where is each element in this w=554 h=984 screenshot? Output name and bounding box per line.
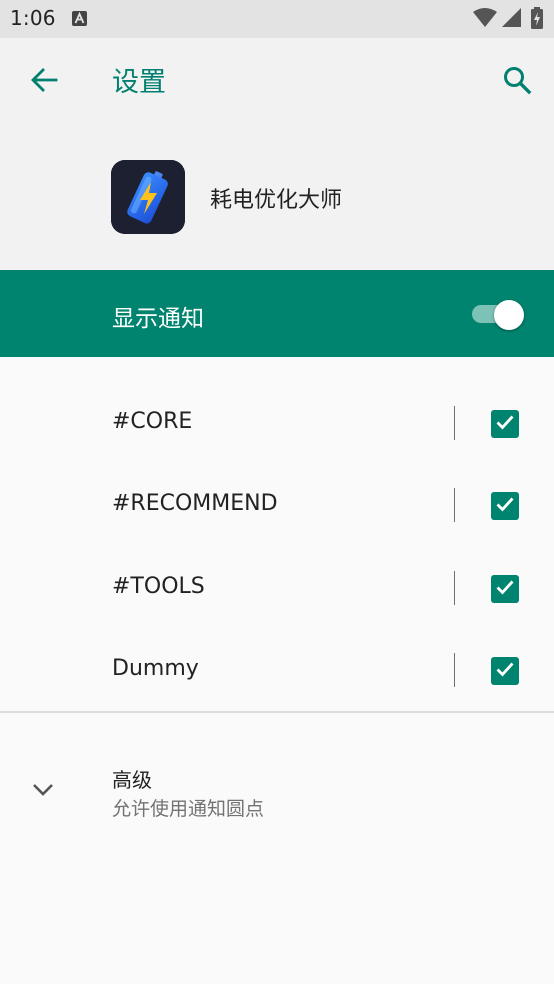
search-button[interactable] xyxy=(496,60,538,104)
check-icon xyxy=(495,577,515,601)
show-notifications-bar[interactable]: 显示通知 xyxy=(0,270,554,357)
status-time: 1:06 xyxy=(10,6,56,30)
show-notifications-label: 显示通知 xyxy=(112,306,204,332)
section-divider xyxy=(0,711,554,713)
a-keyboard-icon xyxy=(72,11,87,26)
channel-label: Dummy xyxy=(112,656,199,681)
channel-row-core[interactable]: #CORE xyxy=(0,357,554,440)
channel-checkbox-tools[interactable] xyxy=(491,575,519,603)
show-notifications-toggle[interactable] xyxy=(472,300,524,330)
check-icon xyxy=(495,659,515,683)
channel-label: #TOOLS xyxy=(112,574,205,599)
battery-charging-icon xyxy=(531,7,543,33)
toggle-thumb xyxy=(494,300,524,330)
channel-divider xyxy=(454,406,455,440)
channel-label: #CORE xyxy=(112,409,193,434)
channel-row-tools[interactable]: #TOOLS xyxy=(0,522,554,605)
channel-checkbox-recommend[interactable] xyxy=(491,492,519,520)
app-header: 耗电优化大师 xyxy=(0,124,554,270)
channel-row-recommend[interactable]: #RECOMMEND xyxy=(0,439,554,522)
channel-list: #CORE #RECOMMEND #TOOLS Dummy xyxy=(0,357,554,687)
channel-checkbox-dummy[interactable] xyxy=(491,657,519,685)
check-icon xyxy=(495,412,515,436)
channel-divider xyxy=(454,571,455,605)
wifi-icon xyxy=(473,8,497,32)
channel-divider xyxy=(454,488,455,522)
arrow-back-icon xyxy=(30,66,58,98)
status-bar: 1:06 xyxy=(0,0,554,38)
channel-row-dummy[interactable]: Dummy xyxy=(0,604,554,687)
app-name: 耗电优化大师 xyxy=(210,188,343,213)
page-title: 设置 xyxy=(112,67,166,98)
battery-bolt-icon xyxy=(111,160,185,234)
app-bar: 设置 xyxy=(0,38,554,124)
advanced-section[interactable]: 高级 允许使用通知圆点 xyxy=(0,740,554,840)
check-icon xyxy=(495,494,515,518)
channel-checkbox-core[interactable] xyxy=(491,410,519,438)
search-icon xyxy=(502,65,532,99)
advanced-title: 高级 xyxy=(112,768,152,792)
back-button[interactable] xyxy=(22,60,66,104)
channel-divider xyxy=(454,653,455,687)
channel-label: #RECOMMEND xyxy=(112,491,278,516)
chevron-down-icon xyxy=(28,774,58,804)
signal-icon xyxy=(502,8,522,32)
advanced-summary: 允许使用通知圆点 xyxy=(112,798,265,820)
